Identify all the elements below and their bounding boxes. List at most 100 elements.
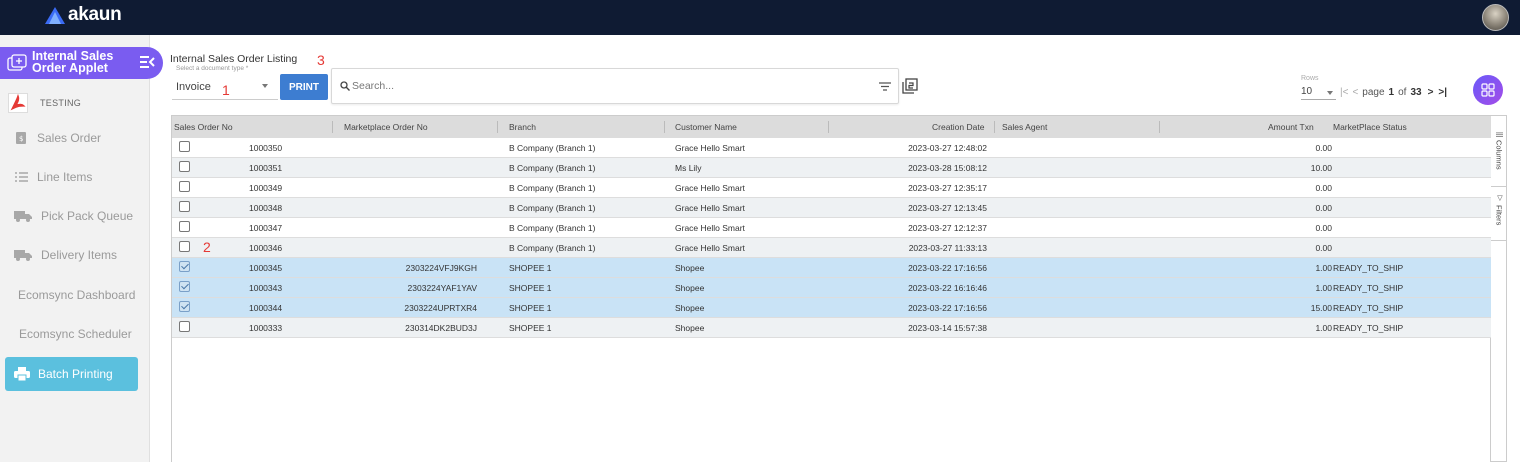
col-header-branch[interactable]: Branch: [509, 122, 536, 132]
cell-marketplace-order-no: 230314DK2BUD3J: [405, 323, 477, 333]
grid-icon: [1481, 83, 1495, 97]
cell-sales-order-no: 1000347: [249, 223, 283, 233]
row-checkbox[interactable]: [179, 261, 190, 272]
columns-tab[interactable]: ||| Columns: [1491, 128, 1507, 188]
cell-branch: B Company (Branch 1): [509, 243, 596, 253]
table-row[interactable]: 1000348 B Company (Branch 1) Grace Hello S…: [172, 198, 1492, 218]
cell-branch: B Company (Branch 1): [509, 143, 596, 153]
table-header: Sales Order No Marketplace Order No Bran…: [172, 116, 1492, 138]
tool-panel: ||| Columns ▽ Filters: [1491, 115, 1507, 462]
prev-page-icon[interactable]: <: [1352, 87, 1358, 98]
col-header-sales-order-no[interactable]: Sales Order No: [174, 122, 233, 132]
search-icon: [340, 81, 350, 91]
cell-customer-name: Shopee: [675, 283, 705, 293]
cell-amount-txn: 15.00: [1310, 303, 1332, 313]
cell-branch: B Company (Branch 1): [509, 183, 596, 193]
sidebar-item-line-items[interactable]: Line Items: [14, 170, 92, 184]
col-header-customer-name[interactable]: Customer Name: [675, 122, 737, 132]
sidebar-item-label: Pick Pack Queue: [41, 209, 134, 223]
cell-customer-name: Ms Lily: [675, 163, 702, 173]
cell-customer-name: Grace Hello Smart: [675, 183, 745, 193]
rows-value: 10: [1301, 86, 1313, 97]
annotation-2: 2: [203, 239, 211, 255]
sidebar-item-delivery-items[interactable]: Delivery Items: [14, 248, 117, 262]
table-row[interactable]: 1000333 230314DK2BUD3J SHOPEE 1 Shopee 2023-…: [172, 318, 1492, 338]
pdf-icon: [8, 93, 28, 113]
applet-header: Internal Sales Order Applet: [0, 47, 163, 79]
cell-marketplace-status: READY_TO_SHIP: [1333, 283, 1404, 293]
row-checkbox[interactable]: [179, 141, 190, 152]
cell-sales-order-no: 1000345: [249, 263, 283, 273]
cell-marketplace-status: READY_TO_SHIP: [1333, 323, 1404, 333]
table-row[interactable]: 1000351 B Company (Branch 1) Ms Lily 2023-0…: [172, 158, 1492, 178]
cell-sales-order-no: 1000344: [249, 303, 283, 313]
table-row[interactable]: 1000343 2303224YAF1YAV SHOPEE 1 Shopee 2023-…: [172, 278, 1492, 298]
cell-customer-name: Shopee: [675, 323, 705, 333]
row-checkbox[interactable]: [179, 301, 190, 312]
filters-tab[interactable]: ▽ Filters: [1491, 190, 1507, 242]
cell-sales-order-no: 1000346: [249, 243, 283, 253]
column-divider: [994, 121, 995, 133]
col-header-marketplace-status[interactable]: MarketPlace Status: [1333, 122, 1407, 132]
cell-customer-name: Grace Hello Smart: [675, 143, 745, 153]
col-header-amount-txn[interactable]: Amount Txn: [1268, 122, 1314, 132]
search-bar: [331, 68, 899, 104]
cell-customer-name: Shopee: [675, 303, 705, 313]
print-button[interactable]: PRINT: [280, 74, 328, 100]
next-page-icon[interactable]: >: [1428, 87, 1434, 98]
col-header-sales-agent[interactable]: Sales Agent: [1002, 122, 1047, 132]
rows-select[interactable]: 10: [1301, 86, 1336, 100]
table-row[interactable]: 1000345 2303224VFJ9KGH SHOPEE 1 Shopee 2023-…: [172, 258, 1492, 278]
table-row[interactable]: 1000349 B Company (Branch 1) Grace Hello S…: [172, 178, 1492, 198]
first-page-icon[interactable]: |<: [1340, 87, 1348, 98]
table-row[interactable]: 1000347 B Company (Branch 1) Grace Hello S…: [172, 218, 1492, 238]
row-checkbox[interactable]: [179, 201, 190, 212]
filter-icon[interactable]: [879, 82, 891, 91]
testing-module[interactable]: TESTING: [8, 93, 81, 113]
table-row[interactable]: 1000350 B Company (Branch 1) Grace Hello S…: [172, 138, 1492, 158]
col-header-marketplace-order-no[interactable]: Marketplace Order No: [344, 122, 428, 132]
sidebar-item-ecomsync-dashboard[interactable]: Ecomsync Dashboard: [18, 288, 135, 302]
cell-sales-order-no: 1000350: [249, 143, 283, 153]
sidebar: Internal Sales Order Applet TESTING $ Sa…: [0, 35, 163, 462]
copy-icon[interactable]: [902, 78, 918, 94]
row-checkbox[interactable]: [179, 321, 190, 332]
main-content: Internal Sales Order Listing Select a do…: [150, 35, 1520, 462]
cell-marketplace-order-no: 2303224VFJ9KGH: [405, 263, 477, 273]
cell-marketplace-order-no: 2303224UPRTXR4: [404, 303, 477, 313]
cell-customer-name: Shopee: [675, 263, 705, 273]
cell-amount-txn: 1.00: [1315, 263, 1332, 273]
page-current: 1: [1388, 87, 1395, 98]
divider: [172, 99, 278, 100]
cell-creation-date: 2023-03-22 16:16:46: [908, 283, 987, 293]
cell-branch: SHOPEE 1: [509, 263, 552, 273]
row-checkbox[interactable]: [179, 221, 190, 232]
table-row[interactable]: 1000346 B Company (Branch 1) Grace Hello S…: [172, 238, 1492, 258]
row-checkbox[interactable]: [179, 181, 190, 192]
cell-branch: SHOPEE 1: [509, 283, 552, 293]
doctype-label: Select a document type *: [176, 65, 249, 72]
row-checkbox[interactable]: [179, 241, 190, 252]
cell-creation-date: 2023-03-14 15:57:38: [908, 323, 987, 333]
user-avatar[interactable]: [1482, 4, 1509, 31]
testing-label: TESTING: [40, 98, 82, 108]
sidebar-item-sales-order[interactable]: $ Sales Order: [14, 131, 101, 145]
col-header-creation-date[interactable]: Creation Date: [932, 122, 984, 132]
sidebar-item-pick-pack-queue[interactable]: Pick Pack Queue: [14, 209, 133, 223]
row-checkbox[interactable]: [179, 161, 190, 172]
row-checkbox[interactable]: [179, 281, 190, 292]
page-title: Internal Sales Order Listing: [170, 53, 298, 65]
logo-text: akaun: [68, 4, 122, 25]
column-divider: [664, 121, 665, 133]
sidebar-item-ecomsync-scheduler[interactable]: Ecomsync Scheduler: [19, 327, 132, 341]
grid-menu-button[interactable]: [1473, 75, 1503, 105]
cell-creation-date: 2023-03-22 17:16:56: [908, 263, 987, 273]
svg-text:$: $: [19, 135, 23, 143]
sidebar-item-batch-printing[interactable]: Batch Printing: [5, 357, 138, 391]
search-input[interactable]: [352, 78, 872, 94]
page-total: 33: [1410, 87, 1422, 98]
table-row[interactable]: 1000344 2303224UPRTXR4 SHOPEE 1 Shopee 2023-…: [172, 298, 1492, 318]
akaun-logo[interactable]: akaun: [45, 4, 122, 26]
last-page-icon[interactable]: >|: [1438, 87, 1447, 98]
column-divider: [828, 121, 829, 133]
